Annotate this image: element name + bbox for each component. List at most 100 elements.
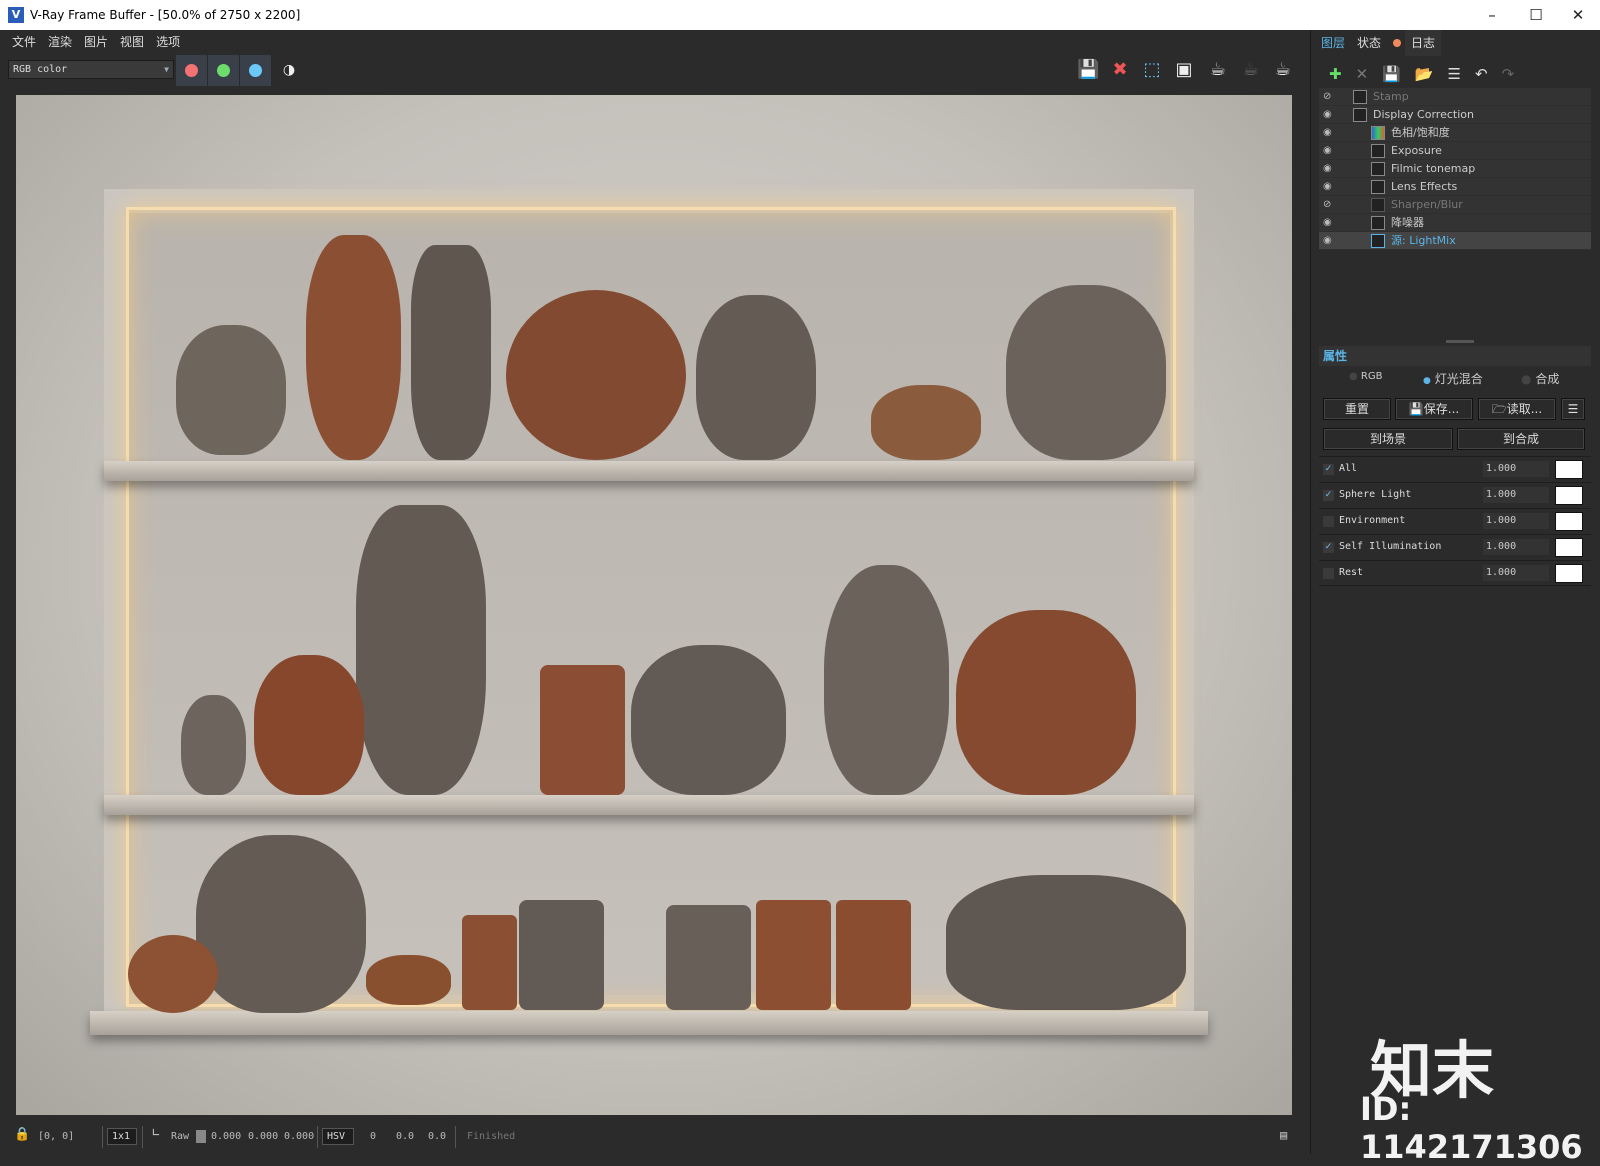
save-layers-icon[interactable]: 💾 (1382, 65, 1401, 83)
menu-options[interactable]: 选项 (156, 33, 180, 50)
layer-item[interactable]: ◉ Filmic tonemap (1319, 160, 1591, 178)
close-button[interactable]: ✕ (1556, 0, 1600, 30)
eye-icon[interactable]: ◉ (1323, 142, 1337, 160)
load-layers-icon[interactable]: 📂 (1415, 65, 1434, 83)
color-swatch[interactable] (1555, 512, 1583, 531)
color-swatch[interactable] (1555, 538, 1583, 557)
checkbox[interactable]: ✓ (1323, 542, 1334, 553)
to-composite-button[interactable]: 到合成 (1457, 428, 1585, 450)
pottery (540, 665, 625, 795)
undo-icon[interactable]: ↶ (1475, 65, 1488, 83)
curve-icon[interactable]: ∟ (152, 1126, 160, 1141)
layer-item[interactable]: ◉ 降噪器 (1319, 214, 1591, 232)
mode-composite-radio[interactable]: ● 合成 (1521, 370, 1559, 387)
eye-icon[interactable]: ◉ (1323, 124, 1337, 142)
menu-view[interactable]: 视图 (120, 33, 144, 50)
eye-icon[interactable]: ◉ (1323, 160, 1337, 178)
menu-image[interactable]: 图片 (84, 33, 108, 50)
channel-select[interactable]: RGB color ▼ (8, 60, 174, 79)
redo-icon[interactable]: ↷ (1502, 65, 1515, 83)
tab-layers[interactable]: 图层 (1315, 30, 1351, 56)
chevron-down-icon: ▼ (164, 65, 169, 74)
render-icon[interactable]: ☕ (1272, 59, 1294, 81)
render-viewport[interactable] (16, 95, 1292, 1115)
divider (455, 1126, 456, 1148)
layer-item[interactable]: ◉ Exposure (1319, 142, 1591, 160)
intensity-spinner[interactable]: 1.000 (1483, 513, 1549, 529)
to-scene-button[interactable]: 到场景 (1323, 428, 1453, 450)
lock-coords-icon[interactable]: 🔒 (14, 1127, 30, 1142)
light-name: Rest (1339, 567, 1364, 578)
r-value: 0.000 (211, 1131, 242, 1142)
layer-label: 降噪器 (1391, 216, 1424, 229)
status-bar: 🔒 [0, 0] 1x1 ∟ Raw 0.000 0.000 0.000 HSV… (0, 1120, 1300, 1154)
color-mode-dropdown[interactable]: HSV (322, 1128, 354, 1145)
history-panel-icon[interactable]: ▤ (1280, 1128, 1287, 1142)
render-interactive-icon[interactable]: ☕ (1240, 59, 1262, 81)
pottery (946, 875, 1186, 1010)
hidden-eye-icon[interactable]: ⊘ (1323, 196, 1337, 214)
render-last-icon[interactable]: ☕ (1207, 59, 1229, 81)
sample-size-dropdown[interactable]: 1x1 (107, 1128, 137, 1145)
checkbox[interactable]: ✓ (1323, 464, 1334, 475)
eye-icon[interactable]: ◉ (1323, 178, 1337, 196)
save-button[interactable]: 💾保存... (1395, 398, 1473, 420)
green-channel-button[interactable] (208, 55, 239, 86)
pixel-coords: [0, 0] (38, 1131, 75, 1142)
eye-icon[interactable]: ◉ (1323, 214, 1337, 232)
checkbox[interactable]: ✓ (1323, 490, 1334, 501)
track-mouse-icon[interactable]: ▣ (1173, 59, 1195, 81)
eye-icon[interactable]: ◉ (1323, 232, 1337, 250)
light-row-all: ✓ All 1.000 (1319, 456, 1591, 482)
mode-rgb-radio[interactable]: ● RGB (1349, 371, 1382, 382)
checkbox[interactable] (1323, 516, 1334, 527)
layer-item[interactable]: ◉ 色相/饱和度 (1319, 124, 1591, 142)
layer-item[interactable]: ◉ Lens Effects (1319, 178, 1591, 196)
menu-file[interactable]: 文件 (12, 33, 36, 50)
region-render-icon[interactable]: ⬚ (1141, 59, 1163, 81)
pottery (176, 325, 286, 455)
red-channel-button[interactable] (176, 55, 207, 86)
eye-icon[interactable]: ◉ (1323, 106, 1337, 124)
tab-log[interactable]: 日志 (1405, 30, 1442, 56)
layer-label: Sharpen/Blur (1391, 198, 1463, 211)
mode-lightmix-radio[interactable]: ● 灯光混合 (1423, 370, 1483, 387)
checkbox[interactable] (1323, 568, 1334, 579)
pottery (366, 955, 451, 1005)
color-swatch[interactable] (1555, 564, 1583, 583)
layer-label: Exposure (1391, 144, 1442, 157)
tab-stats[interactable]: 状态 (1351, 30, 1387, 56)
add-layer-icon[interactable]: ✚ (1329, 65, 1342, 83)
blue-channel-button[interactable] (240, 55, 271, 86)
color-swatch[interactable] (1555, 486, 1583, 505)
layer-label: 源: LightMix (1391, 234, 1456, 247)
intensity-spinner[interactable]: 1.000 (1483, 461, 1549, 477)
hidden-eye-icon[interactable]: ⊘ (1323, 88, 1337, 106)
layer-item[interactable]: ◉ Display Correction (1319, 106, 1591, 124)
splitter-handle[interactable] (1446, 340, 1474, 343)
color-swatch[interactable] (1555, 460, 1583, 479)
shelf-bottom (90, 1011, 1208, 1035)
pottery (462, 915, 517, 1010)
delete-layer-icon[interactable]: ✕ (1356, 65, 1369, 83)
log-alert-dot-icon (1393, 39, 1401, 47)
menu-render[interactable]: 渲染 (48, 33, 72, 50)
intensity-spinner[interactable]: 1.000 (1483, 487, 1549, 503)
options-menu-button[interactable]: ☰ (1561, 398, 1585, 420)
clear-image-icon[interactable]: ✖ (1109, 59, 1131, 81)
layer-label: Lens Effects (1391, 180, 1458, 193)
minimize-button[interactable]: – (1470, 0, 1514, 30)
pottery (1006, 285, 1166, 460)
reset-button[interactable]: 重置 (1323, 398, 1391, 420)
light-row-self-illumination: ✓ Self Illumination 1.000 (1319, 534, 1591, 560)
save-image-icon[interactable]: 💾 (1077, 59, 1099, 81)
maximize-button[interactable]: ☐ (1514, 0, 1558, 30)
intensity-spinner[interactable]: 1.000 (1483, 565, 1549, 581)
alpha-channel-icon[interactable]: ◑ (278, 59, 300, 81)
intensity-spinner[interactable]: 1.000 (1483, 539, 1549, 555)
layer-item[interactable]: ⊘ Stamp (1319, 88, 1591, 106)
layer-item-selected[interactable]: ◉ 源: LightMix (1319, 232, 1591, 250)
layer-item[interactable]: ⊘ Sharpen/Blur (1319, 196, 1591, 214)
layer-list-icon[interactable]: ☰ (1448, 65, 1461, 83)
load-button[interactable]: 🗁读取... (1478, 398, 1556, 420)
